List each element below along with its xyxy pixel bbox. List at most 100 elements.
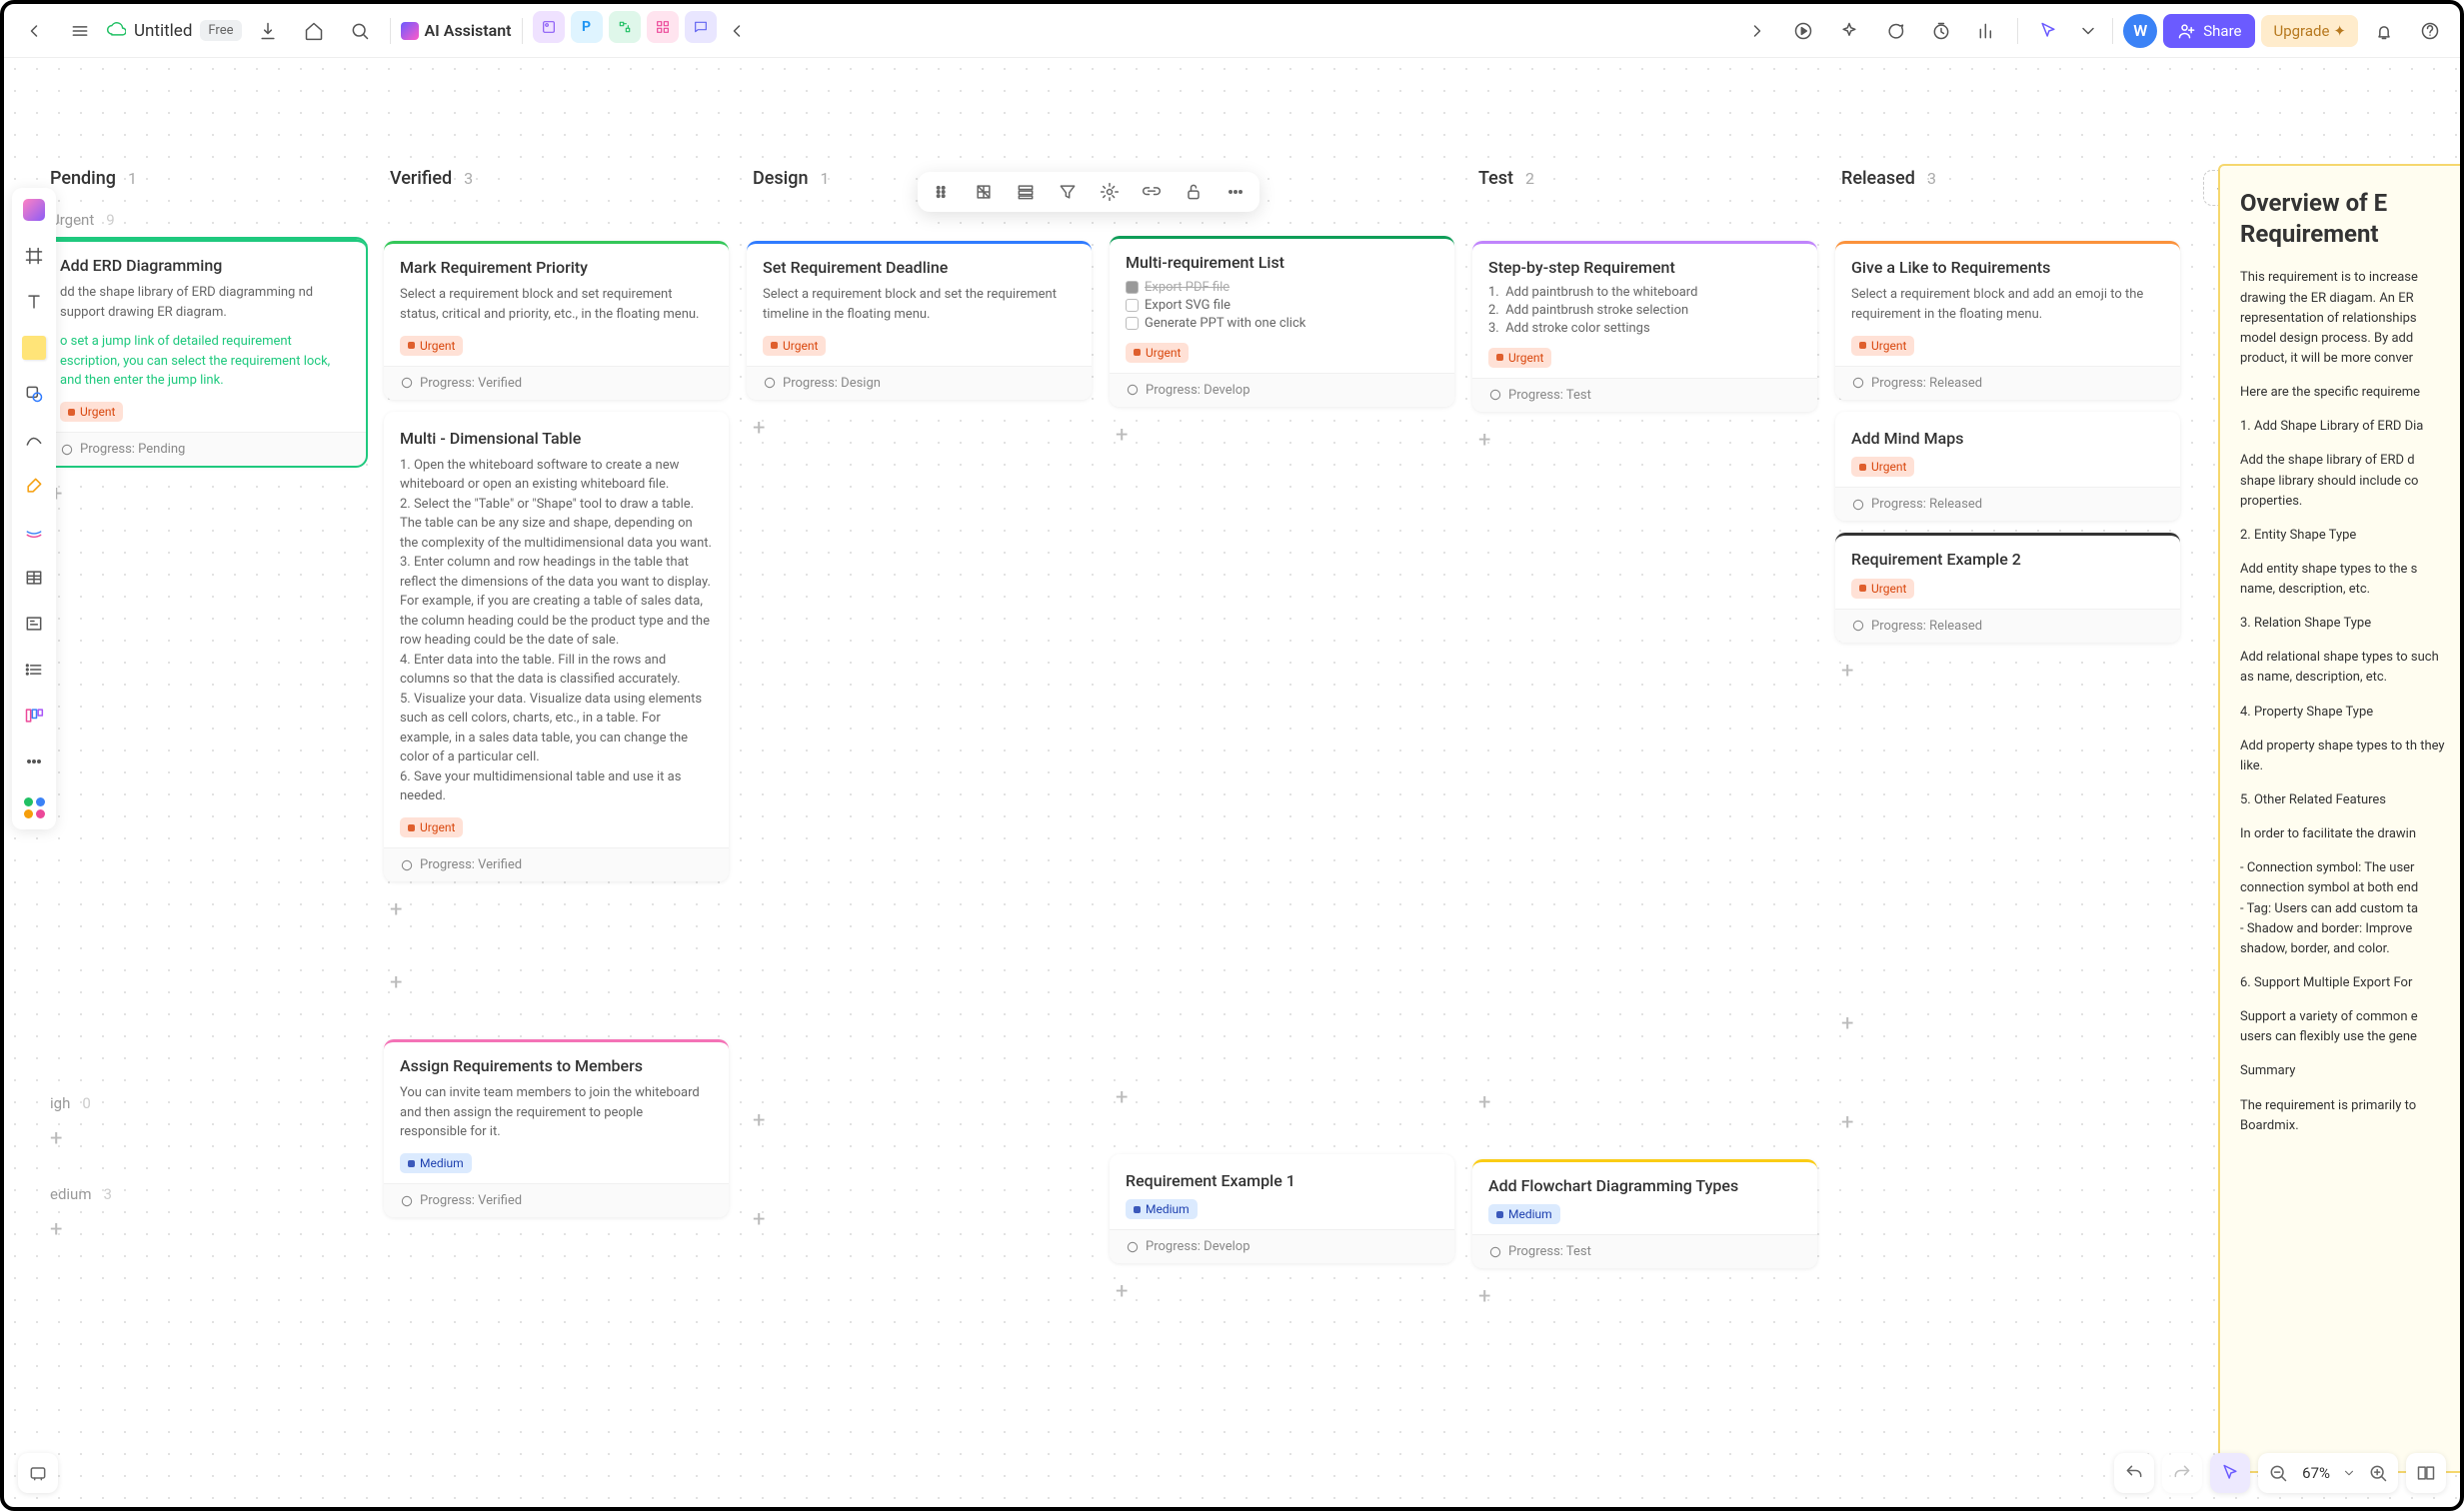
export-button[interactable]	[248, 11, 288, 51]
frame-tool-icon[interactable]	[20, 242, 48, 270]
canvas-area[interactable]: + Pending1 Urgent9 Add ERD Diagramming d…	[4, 58, 2460, 1507]
add-card-button[interactable]: +	[747, 1104, 1092, 1137]
nav-next-button[interactable]	[1737, 11, 1777, 51]
add-card-button[interactable]: +	[44, 1122, 366, 1155]
add-card-button[interactable]: +	[44, 478, 366, 511]
card-multireq[interactable]: Multi-requirement List Export PDF file E…	[1110, 236, 1454, 407]
unlock-icon[interactable]	[1180, 178, 1208, 206]
card-step-by-step[interactable]: Step-by-step Requirement 1. Add paintbru…	[1472, 241, 1817, 412]
sparkle-button[interactable]	[1829, 11, 1869, 51]
mode-grid-icon[interactable]	[647, 11, 679, 43]
link-icon[interactable]	[1138, 178, 1166, 206]
card-example-1[interactable]: Requirement Example 1 Medium Progress: D…	[1110, 1154, 1454, 1264]
help-button[interactable]	[2410, 11, 2450, 51]
settings-icon[interactable]	[1096, 178, 1124, 206]
chart-button[interactable]	[1967, 11, 2007, 51]
kanban-tool-icon[interactable]	[20, 702, 48, 730]
share-button[interactable]: Share	[2163, 14, 2255, 48]
column-title[interactable]: Released	[1841, 168, 1915, 189]
detail-panel[interactable]: Overview of E Requirement This requireme…	[2218, 164, 2464, 1473]
document-title[interactable]: Untitled	[134, 21, 192, 41]
tag-button[interactable]	[294, 11, 334, 51]
mode-chat-icon[interactable]	[685, 11, 717, 43]
mode-prev-button[interactable]	[723, 11, 751, 51]
column-title[interactable]: Test	[1478, 168, 1513, 189]
zoom-dropdown[interactable]	[2340, 1459, 2358, 1487]
column-title[interactable]: Verified	[390, 168, 452, 189]
highlighter-tool-icon[interactable]	[20, 518, 48, 546]
text-tool-icon[interactable]	[20, 288, 48, 316]
user-avatar[interactable]: W	[2123, 14, 2157, 48]
add-card-button[interactable]: +	[44, 1213, 366, 1246]
more-tools-icon[interactable]	[20, 748, 48, 775]
add-card-button[interactable]: +	[1472, 424, 1817, 457]
minimap-button[interactable]	[2406, 1453, 2446, 1493]
card-mindmap[interactable]: Add Mind Maps Urgent Progress: Released	[1835, 412, 2180, 522]
add-card-button[interactable]: +	[1835, 655, 2180, 688]
back-button[interactable]	[14, 11, 54, 51]
add-card-button[interactable]: +	[1110, 1081, 1454, 1114]
add-card-button[interactable]: +	[1472, 1280, 1817, 1313]
pen-tool-icon[interactable]	[20, 426, 48, 454]
mode-flow-icon[interactable]	[609, 11, 641, 43]
checklist-item[interactable]: Export PDF file	[1126, 280, 1438, 295]
swimlane-high-label[interactable]: igh0	[44, 1090, 366, 1122]
pointer-mode-button[interactable]	[2210, 1453, 2250, 1493]
layout-icon[interactable]	[1012, 178, 1040, 206]
column-title[interactable]: Design	[753, 168, 808, 189]
add-card-button[interactable]: +	[747, 1203, 1092, 1236]
checklist-item[interactable]: Generate PPT with one click	[1126, 316, 1438, 331]
brush-tool-icon[interactable]	[20, 472, 48, 500]
card-link-text[interactable]: o set a jump link of detailed requiremen…	[60, 332, 350, 391]
card-deadline[interactable]: Set Requirement Deadline Select a requir…	[747, 241, 1092, 400]
templates-icon[interactable]	[20, 196, 48, 224]
swimlane-medium-label[interactable]: edium3	[44, 1181, 366, 1213]
upgrade-button[interactable]: Upgrade ✦	[2261, 15, 2358, 47]
swimlane-urgent-label[interactable]: Urgent9	[44, 207, 366, 239]
more-icon[interactable]	[1222, 178, 1249, 206]
text-block-tool-icon[interactable]	[20, 610, 48, 638]
mode-p-icon[interactable]: P	[571, 11, 603, 43]
sticky-note-tool[interactable]	[20, 334, 48, 362]
card-like[interactable]: Give a Like to Requirements Select a req…	[1835, 241, 2180, 400]
column-title[interactable]: Pending	[50, 168, 116, 189]
add-card-button[interactable]: +	[1835, 1106, 2180, 1139]
list-tool-icon[interactable]	[20, 656, 48, 684]
add-card-button[interactable]: +	[1110, 419, 1454, 452]
play-button[interactable]	[1783, 11, 1823, 51]
transparency-icon[interactable]	[970, 178, 998, 206]
apps-icon[interactable]	[20, 793, 48, 821]
redo-button[interactable]	[2162, 1453, 2202, 1493]
card-multidim-table[interactable]: Multi - Dimensional Table 1. Open the wh…	[384, 412, 729, 882]
card-erd[interactable]: Add ERD Diagramming dd the shape library…	[44, 239, 366, 466]
ai-assistant-button[interactable]: AI Assistant	[401, 21, 512, 40]
zoom-in-button[interactable]	[2364, 1459, 2392, 1487]
filter-icon[interactable]	[1054, 178, 1082, 206]
drag-handle-icon[interactable]	[928, 178, 956, 206]
add-card-button[interactable]: +	[384, 893, 729, 926]
mode-image-icon[interactable]	[533, 11, 565, 43]
card-mark-priority[interactable]: Mark Requirement Priority Select a requi…	[384, 241, 729, 400]
zoom-out-button[interactable]	[2264, 1459, 2292, 1487]
add-card-button[interactable]: +	[1110, 1275, 1454, 1308]
search-button[interactable]	[340, 11, 380, 51]
add-card-button[interactable]: +	[384, 966, 729, 999]
checklist-item[interactable]: Export SVG file	[1126, 298, 1438, 313]
add-card-button[interactable]: +	[747, 412, 1092, 445]
timer-button[interactable]	[1921, 11, 1961, 51]
table-tool-icon[interactable]	[20, 564, 48, 592]
comment-button[interactable]	[1875, 11, 1915, 51]
zoom-level[interactable]: 67%	[2298, 1464, 2334, 1482]
card-flowchart[interactable]: Add Flowchart Diagramming Types Medium P…	[1472, 1159, 1817, 1269]
card-assign-members[interactable]: Assign Requirements to Members You can i…	[384, 1039, 729, 1217]
cursor-dropdown[interactable]	[2074, 11, 2102, 51]
add-card-button[interactable]: +	[1472, 1086, 1817, 1119]
card-example-2[interactable]: Requirement Example 2 Urgent Progress: R…	[1835, 533, 2180, 643]
layers-button[interactable]	[18, 1453, 58, 1493]
undo-button[interactable]	[2114, 1453, 2154, 1493]
add-card-button[interactable]: +	[1835, 1007, 2180, 1040]
menu-button[interactable]	[60, 11, 100, 51]
cursor-tool-button[interactable]	[2028, 11, 2068, 51]
notifications-button[interactable]	[2364, 11, 2404, 51]
shape-tool-icon[interactable]	[20, 380, 48, 408]
